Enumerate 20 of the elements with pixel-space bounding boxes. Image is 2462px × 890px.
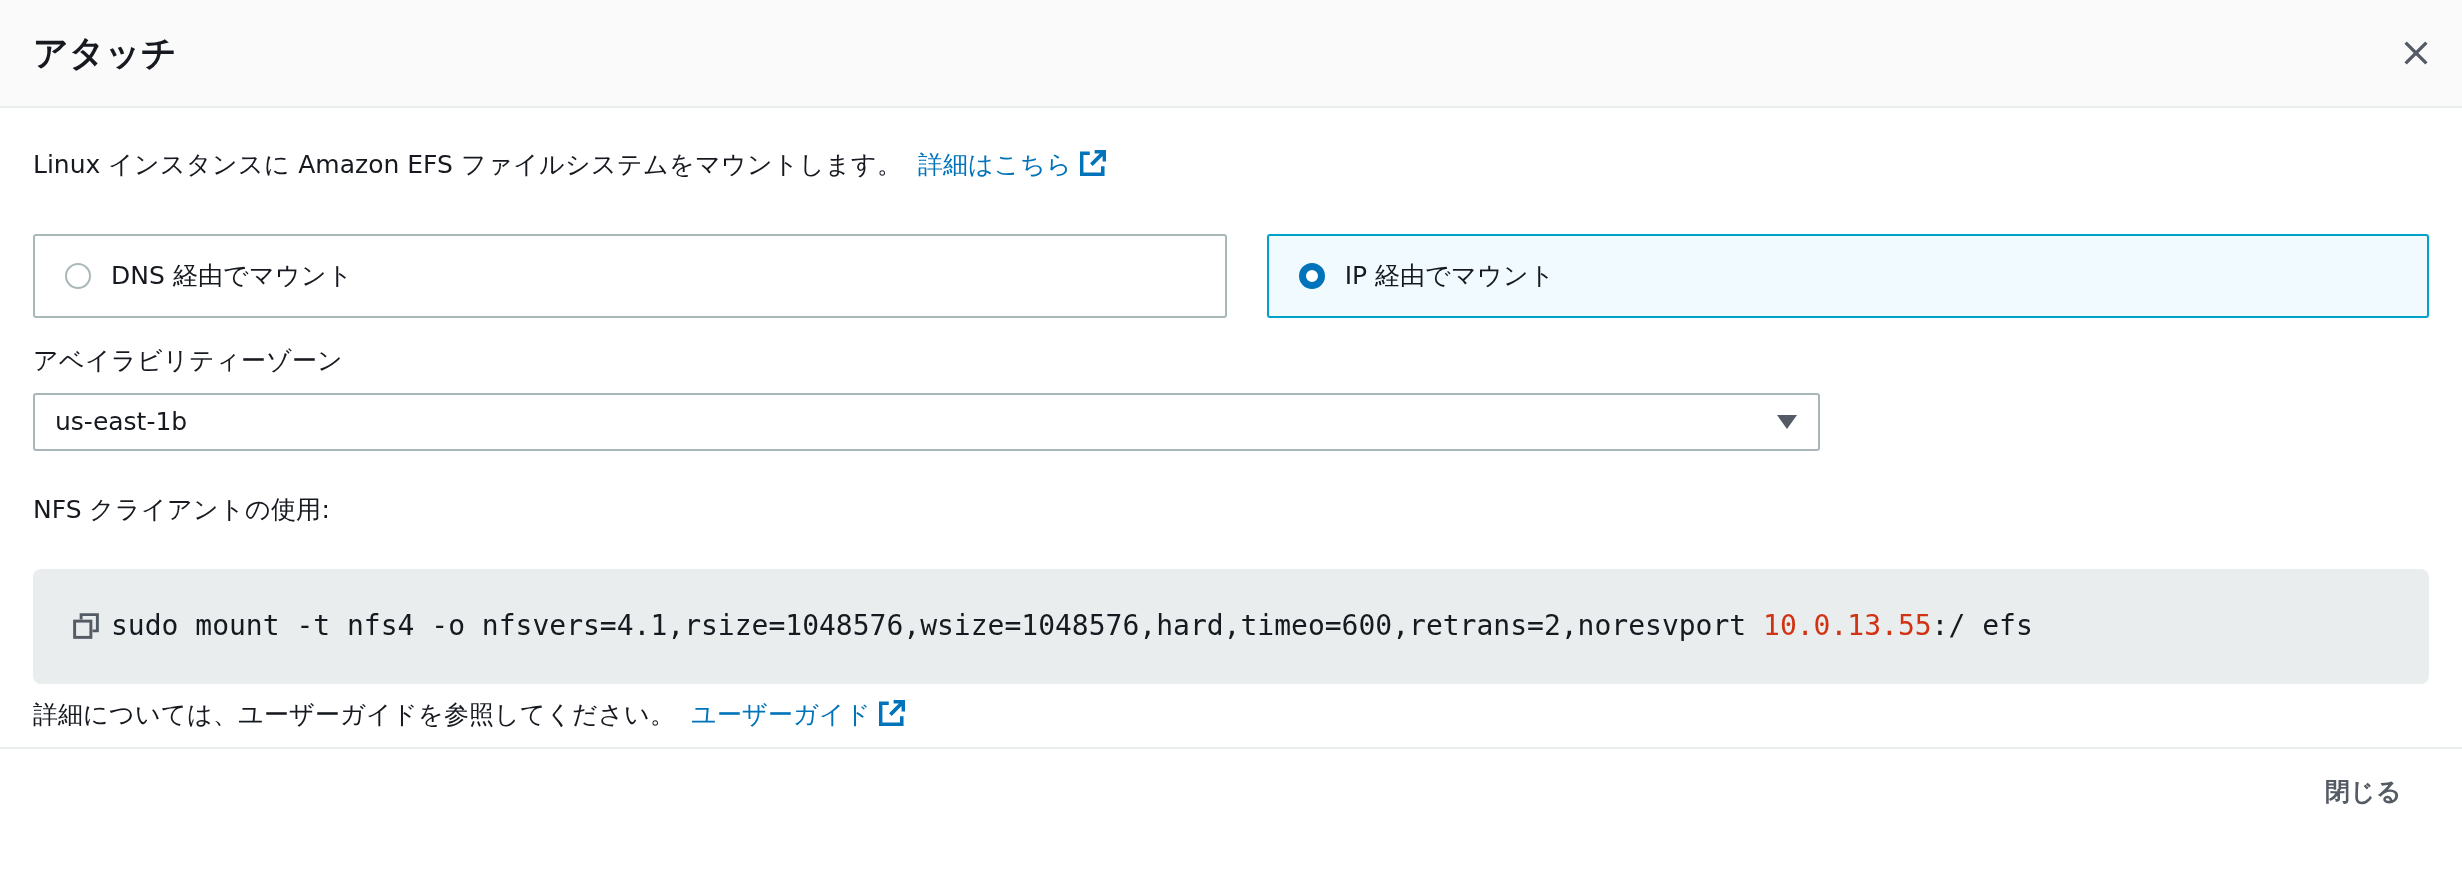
radio-icon: [65, 262, 91, 289]
copy-icon[interactable]: [73, 613, 99, 639]
external-link-icon: [1079, 150, 1106, 176]
description-text: Linux インスタンスに Amazon EFS ファイルシステムをマウントします。: [33, 149, 902, 181]
field-label: アベイラビリティーゾーン: [33, 344, 344, 377]
close-button[interactable]: [2403, 40, 2429, 66]
dialog-title: アタッチ: [33, 32, 177, 74]
command-text: sudo mount -t nfs4 -o nfsvers=4.1,rsize=1048576,wsize=1048576,hard,timeo=600,retrans=2,noresvport 10.0.13.55:/ efs: [111, 608, 2033, 644]
close-button[interactable]: 閉じる: [2305, 765, 2422, 819]
radio-icon: [1298, 262, 1325, 289]
learn-more-link[interactable]: 詳細はこちら: [917, 146, 1106, 184]
guide-text: 詳細については、ユーザーガイドを参照してください。: [33, 698, 675, 731]
user-guide-link[interactable]: ユーザーガイド: [691, 695, 905, 733]
availability-zone-select[interactable]: us-east-1b: [33, 393, 1820, 451]
radio-option[interactable]: IP 経由でマウント: [1266, 233, 2429, 318]
nfs-label: NFS クライアントの使用:: [33, 494, 331, 526]
close-icon: [2403, 40, 2429, 66]
external-link-icon: [879, 699, 905, 726]
caret-icon: [1776, 414, 1798, 430]
radio-option[interactable]: DNS 経由でマウント: [33, 233, 1227, 318]
